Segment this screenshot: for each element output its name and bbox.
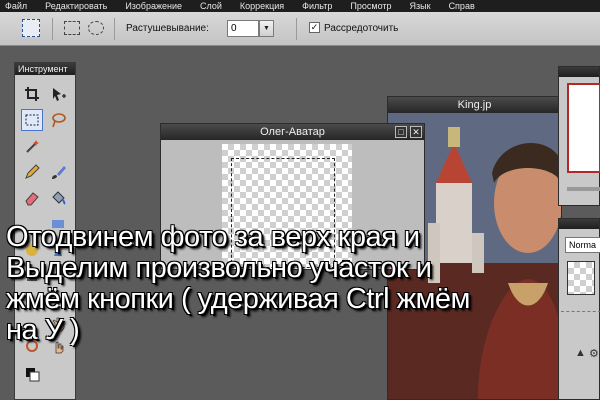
menu-filter[interactable]: Фильтр bbox=[293, 0, 341, 12]
marquee-tool-preset-icon[interactable] bbox=[22, 19, 40, 37]
arrow-up-icon[interactable]: ▲ bbox=[575, 347, 586, 359]
chevron-down-icon: ▼ bbox=[263, 25, 270, 32]
menu-file[interactable]: Файл bbox=[0, 0, 36, 12]
close-button[interactable]: ✕ bbox=[410, 126, 422, 138]
brush-tool-icon[interactable] bbox=[47, 161, 69, 183]
menu-edit[interactable]: Редактировать bbox=[36, 0, 116, 12]
tutorial-caption: Отодвинем фото за верх края и Выделим пр… bbox=[6, 221, 471, 346]
navigator-header[interactable] bbox=[559, 67, 599, 77]
antialias-checkbox[interactable]: ✓ bbox=[309, 22, 320, 33]
rectangle-selection-icon[interactable] bbox=[64, 21, 80, 35]
pencil-tool-icon[interactable] bbox=[21, 161, 43, 183]
paint-bucket-icon[interactable] bbox=[47, 187, 69, 209]
menu-adjustment[interactable]: Коррекция bbox=[231, 0, 293, 12]
feather-input[interactable]: 0 bbox=[227, 20, 259, 37]
document-title-king[interactable]: King.jp bbox=[388, 97, 561, 113]
menu-image[interactable]: Изображение bbox=[116, 0, 191, 12]
navigator-preview[interactable] bbox=[567, 83, 600, 173]
lasso-tool-icon[interactable] bbox=[47, 109, 69, 131]
menu-layer[interactable]: Слой bbox=[191, 0, 231, 12]
menu-bar: Файл Редактировать Изображение Слой Корр… bbox=[0, 0, 600, 12]
document-title-text: Олег-Аватар bbox=[260, 126, 325, 138]
options-separator bbox=[296, 18, 297, 40]
color-swatch-icon[interactable] bbox=[21, 363, 43, 385]
document-title-avatar[interactable]: Олег-Аватар □ ✕ bbox=[161, 124, 424, 140]
crop-tool-icon[interactable] bbox=[21, 83, 43, 105]
document-title-text: King.jp bbox=[457, 99, 492, 111]
zoom-slider[interactable] bbox=[567, 187, 600, 191]
tools-panel-title[interactable]: Инструмент bbox=[15, 63, 75, 75]
maximize-icon: □ bbox=[398, 127, 404, 137]
marquee-tool-icon[interactable] bbox=[21, 109, 43, 131]
options-separator bbox=[52, 18, 53, 40]
navigator-panel bbox=[558, 66, 600, 206]
options-separator bbox=[114, 18, 115, 40]
gear-icon[interactable]: ⚙ bbox=[589, 347, 599, 360]
antialias-label: Рассредоточить bbox=[324, 23, 399, 34]
menu-language[interactable]: Язык bbox=[401, 0, 440, 12]
menu-view[interactable]: Просмотр bbox=[341, 0, 400, 12]
menu-help[interactable]: Справ bbox=[440, 0, 484, 12]
close-icon: ✕ bbox=[412, 127, 420, 137]
move-tool-icon[interactable] bbox=[47, 83, 69, 105]
maximize-button[interactable]: □ bbox=[395, 126, 407, 138]
eraser-tool-icon[interactable] bbox=[21, 187, 43, 209]
feather-label: Растушевывание: bbox=[126, 23, 209, 34]
options-bar: Растушевывание: 0 ▼ ✓ Рассредоточить bbox=[0, 12, 600, 46]
magic-wand-icon[interactable] bbox=[21, 135, 43, 157]
ellipse-selection-icon[interactable] bbox=[88, 21, 104, 35]
feather-dropdown-button[interactable]: ▼ bbox=[259, 20, 274, 37]
